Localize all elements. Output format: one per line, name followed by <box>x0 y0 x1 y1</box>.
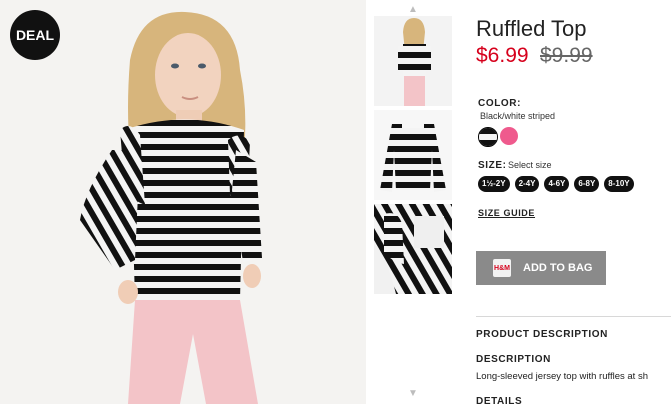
divider <box>476 316 671 317</box>
current-price: $6.99 <box>476 44 529 67</box>
description-text: Long-sleeved jersey top with ruffles at … <box>476 371 648 382</box>
size-options: 1½-2Y 2-4Y 4-6Y 6-8Y 8-10Y <box>478 176 634 192</box>
size-option[interactable]: 2-4Y <box>514 176 540 192</box>
deal-badge: DEAL <box>10 10 60 60</box>
color-value: Black/white striped <box>480 111 556 121</box>
product-title: Ruffled Top <box>476 16 587 41</box>
product-main-image[interactable]: DEAL <box>0 0 366 404</box>
details-heading[interactable]: DETAILS <box>476 396 522 404</box>
thumbnail-3-image <box>374 204 452 294</box>
thumbnail-2-image <box>374 110 452 200</box>
product-description-heading[interactable]: PRODUCT DESCRIPTION <box>476 329 608 340</box>
color-swatch-black-white[interactable] <box>478 127 498 147</box>
old-price: $9.99 <box>540 44 593 67</box>
thumbnail-1[interactable] <box>374 16 452 106</box>
size-option[interactable]: 8-10Y <box>604 176 634 192</box>
chevron-down-icon[interactable]: ▼ <box>408 388 418 399</box>
girl-striped-top-image <box>0 0 366 404</box>
size-guide-link[interactable]: SIZE GUIDE <box>478 208 535 218</box>
add-to-bag-label: ADD TO BAG <box>523 262 593 274</box>
add-to-bag-button[interactable]: H&M ADD TO BAG <box>476 251 606 285</box>
color-label: COLOR: <box>478 98 522 109</box>
thumbnail-2[interactable] <box>374 110 452 200</box>
bag-icon: H&M <box>493 259 511 277</box>
size-option[interactable]: 6-8Y <box>574 176 600 192</box>
size-option[interactable]: 1½-2Y <box>478 176 510 192</box>
striped-swatch-icon <box>479 128 497 146</box>
size-hint: Select size <box>508 160 552 170</box>
thumbnail-strip: ▲ ▼ <box>372 0 456 404</box>
color-swatch-pink[interactable] <box>500 127 518 145</box>
size-label: SIZE: <box>478 160 507 171</box>
thumbnail-3[interactable] <box>374 204 452 294</box>
product-details: Ruffled Top $6.99 $9.99 COLOR: Black/whi… <box>476 0 671 404</box>
thumbnail-1-image <box>374 16 452 106</box>
chevron-up-icon[interactable]: ▲ <box>408 4 418 15</box>
description-heading: DESCRIPTION <box>476 354 551 365</box>
bag-brand-text: H&M <box>494 264 510 272</box>
size-option[interactable]: 4-6Y <box>544 176 570 192</box>
